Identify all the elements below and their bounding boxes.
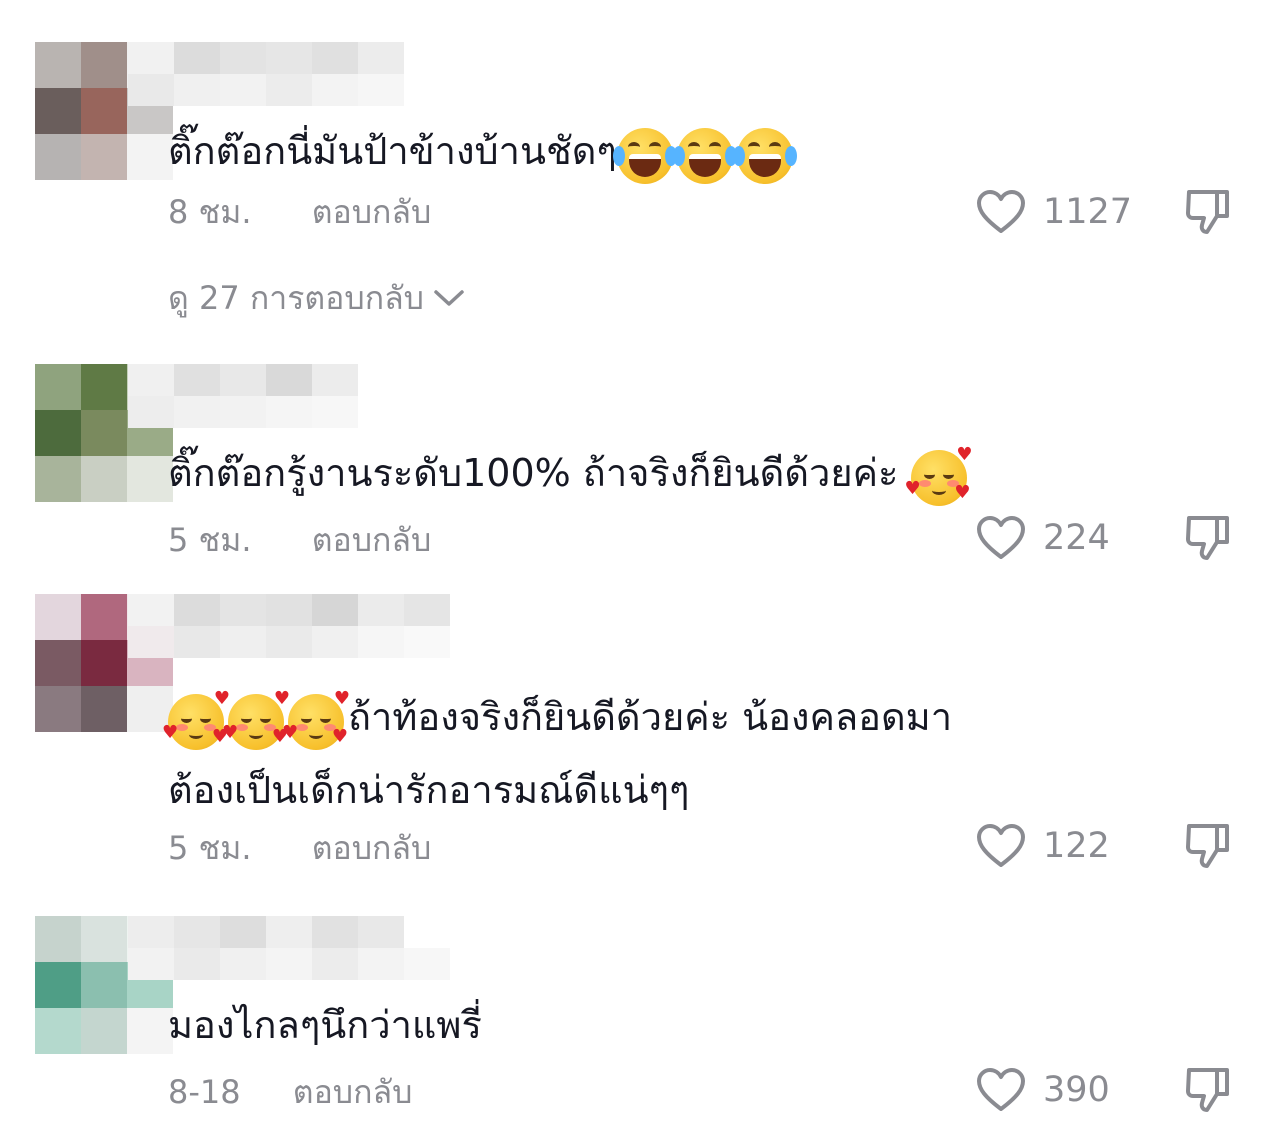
heart-outline-icon — [977, 1068, 1025, 1111]
view-replies-button[interactable]: ดู 27 การตอบกลับ — [168, 276, 466, 320]
comment-text-body: ติ๊กต๊อกรู้งานระดับ100% ถ้าจริงก็ยินดีด้… — [168, 451, 899, 495]
username-blurred[interactable] — [128, 364, 358, 428]
emoji-group: ♥ ♥ ♥ ♥ ♥ ♥ ♥ ♥ ♥ — [162, 685, 350, 755]
smiling-face-with-hearts-icon: ♥ ♥ ♥ — [905, 446, 973, 506]
comment-text-line-1: ถ้าท้องจริงก็ยินดีด้วยค่ะ น้องคลอดมา — [348, 695, 953, 739]
thumbs-down-icon[interactable] — [1183, 1064, 1233, 1114]
reply-button[interactable]: ตอบกลับ — [312, 190, 432, 234]
reply-button[interactable]: ตอบกลับ — [312, 826, 432, 870]
comment-text: ติ๊กต๊อกรู้งานระดับ100% ถ้าจริงก็ยินดีด้… — [168, 438, 973, 511]
username-blurred[interactable] — [128, 42, 404, 106]
like-button[interactable]: 390 — [975, 1066, 1110, 1114]
view-replies-suffix: การตอบกลับ — [249, 279, 424, 317]
smiling-face-with-hearts-icon: ♥ ♥ ♥ — [282, 690, 350, 750]
like-button[interactable]: 1127 — [975, 188, 1132, 236]
thumbs-down-icon[interactable] — [1183, 820, 1233, 870]
reply-button[interactable]: ตอบกลับ — [312, 518, 432, 562]
comment-time: 8 ชม. — [168, 193, 252, 231]
comment-meta: 8 ชม. ตอบกลับ — [168, 190, 431, 234]
view-replies-prefix: ดู — [168, 279, 189, 317]
view-replies-count: 27 — [198, 279, 240, 317]
username-blurred[interactable] — [128, 594, 450, 658]
comment-meta: 5 ชม. ตอบกลับ — [168, 826, 431, 870]
comment-text: ♥ ♥ ♥ ♥ ♥ ♥ ♥ ♥ ♥ ถ้าท้องจริงก็ยินดีด้วยค่ะ น้องค… — [162, 682, 953, 825]
comment-time: 8-18 — [168, 1073, 241, 1111]
face-with-tears-of-joy-icon — [612, 128, 677, 184]
comment-time: 5 ชม. — [168, 829, 252, 867]
thumbs-down-icon[interactable] — [1183, 512, 1233, 562]
like-button[interactable]: 224 — [975, 514, 1110, 562]
smiling-face-with-hearts-icon: ♥ ♥ ♥ — [162, 690, 230, 750]
like-count: 1127 — [1043, 192, 1133, 232]
smiling-face-with-hearts-icon: ♥ ♥ ♥ — [222, 690, 290, 750]
username-blurred[interactable] — [128, 916, 450, 980]
heart-outline-icon — [977, 190, 1025, 233]
comment-time: 5 ชม. — [168, 521, 252, 559]
heart-outline-icon — [977, 516, 1025, 559]
comment-meta: 5 ชม. ตอบกลับ — [168, 518, 431, 562]
like-count: 390 — [1043, 1070, 1110, 1110]
like-count: 224 — [1043, 518, 1110, 558]
face-with-tears-of-joy-icon — [672, 128, 737, 184]
heart-outline-icon — [977, 824, 1025, 867]
reply-button[interactable]: ตอบกลับ — [293, 1070, 413, 1114]
emoji-group: ♥ ♥ ♥ — [905, 441, 973, 511]
emoji-group — [612, 119, 797, 189]
comment-text-line-2: ต้องเป็นเด็กน่ารักอารมณ์ดีแน่ๆๆ — [168, 767, 690, 812]
chevron-down-icon — [434, 290, 464, 306]
thumbs-down-icon[interactable] — [1183, 186, 1233, 236]
comment-text: ติ๊กต๊อกนี่มันป้าข้างบ้านชัดๆ — [168, 116, 797, 189]
like-count: 122 — [1043, 826, 1110, 866]
comment-text-body: มองไกลๆนึกว่าแพรี่ — [168, 1003, 482, 1047]
comment-text: มองไกลๆนึกว่าแพรี่ — [168, 990, 482, 1060]
like-button[interactable]: 122 — [975, 822, 1110, 870]
face-with-tears-of-joy-icon — [732, 128, 797, 184]
comment-text-body: ติ๊กต๊อกนี่มันป้าข้างบ้านชัดๆ — [168, 129, 617, 173]
comment-meta: 8-18 ตอบกลับ — [168, 1070, 412, 1114]
